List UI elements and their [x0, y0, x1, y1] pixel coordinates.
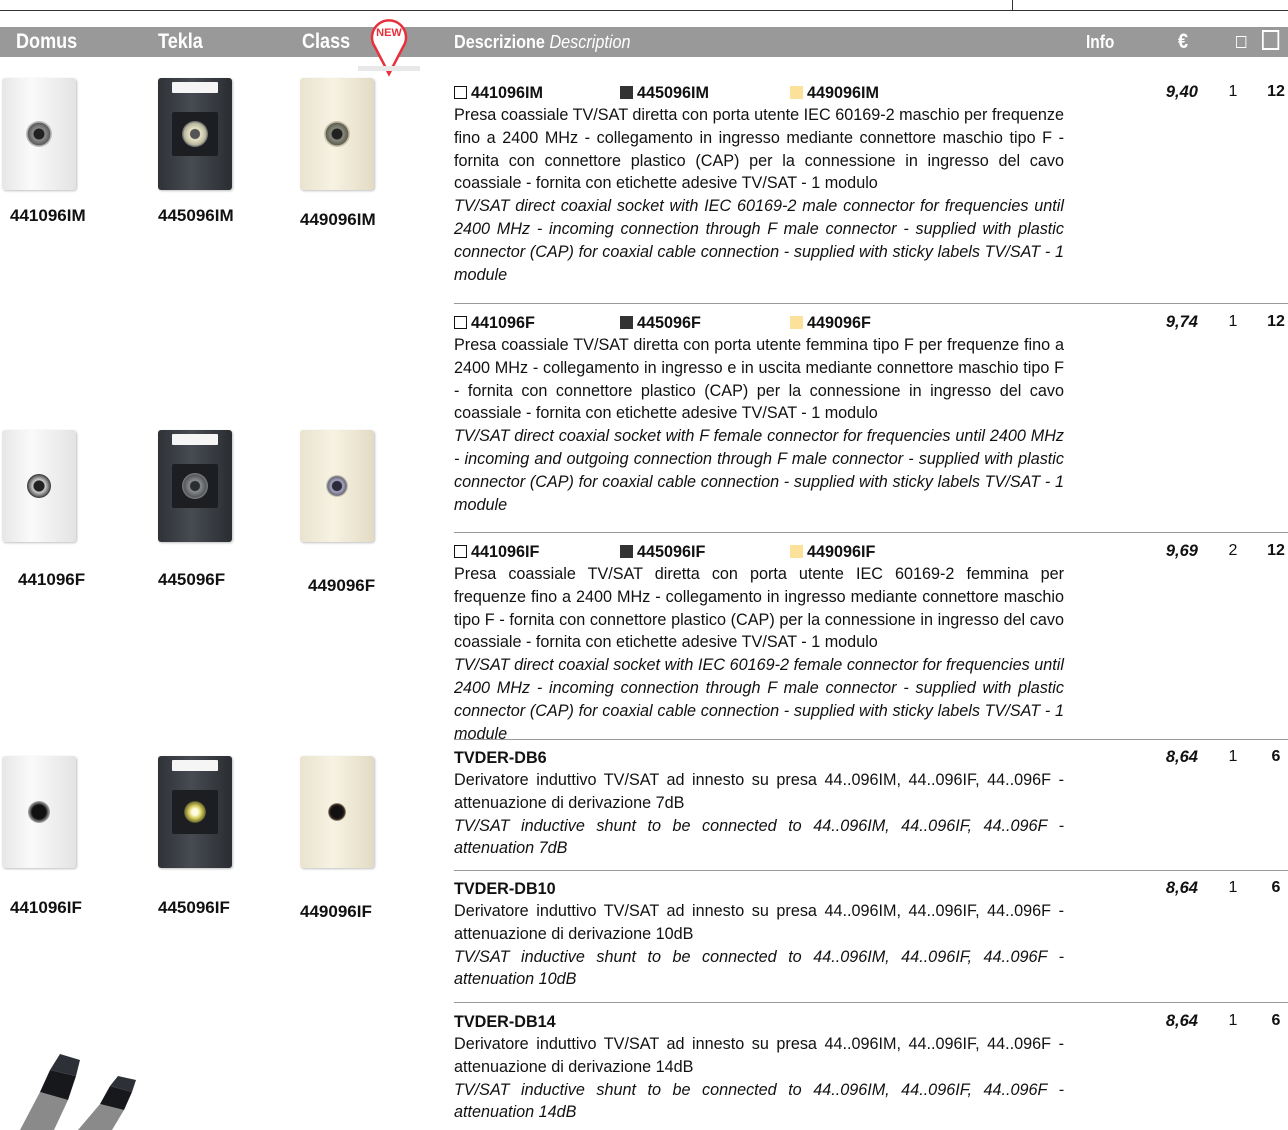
table-header: Domus Tekla Class Descrizione Descriptio… — [0, 27, 1288, 57]
code-white: 441096IF — [454, 541, 539, 564]
product-code: TVDER-DB6 — [454, 749, 547, 767]
white-square-icon — [454, 545, 467, 558]
box-qty: 6 — [1271, 879, 1281, 896]
white-square-icon — [454, 316, 467, 329]
photo-441096IM — [2, 78, 76, 190]
box-qty: 12 — [1267, 542, 1285, 559]
description-en: TV/SAT inductive shunt to be connected t… — [454, 1080, 1064, 1122]
description-it: Derivatore induttivo TV/SAT ad innesto s… — [454, 1035, 1064, 1076]
price: 8,64 — [1165, 879, 1198, 897]
box-qty: 12 — [1267, 313, 1285, 330]
col-tekla: Tekla — [158, 30, 203, 53]
photo-label: 441096IM — [10, 206, 86, 225]
price: 9,74 — [1165, 313, 1198, 331]
row-divider — [454, 303, 1288, 304]
code-dark: 445096IF — [620, 541, 705, 564]
class-bar — [358, 66, 420, 71]
code-ivory: 449096IF — [790, 541, 875, 564]
product-entry: TVDER-DB14 Derivatore induttivo TV/SAT a… — [454, 1011, 1266, 1124]
description-it: Derivatore induttivo TV/SAT ad innesto s… — [454, 902, 1064, 943]
description-it: Presa coassiale TV/SAT diretta con porta… — [454, 106, 1064, 193]
unit-qty: 1 — [1228, 313, 1238, 330]
photo-label: 449096F — [308, 576, 376, 595]
description-it: Derivatore induttivo TV/SAT ad innesto s… — [454, 771, 1064, 812]
col-description-it: Descrizione — [454, 32, 545, 52]
description-en: TV/SAT inductive shunt to be connected t… — [454, 947, 1064, 989]
photo-445096IF — [158, 756, 232, 868]
photo-445096IM — [158, 78, 232, 190]
photo-label: 449096IF — [300, 902, 372, 921]
col-unit-pack-icon — [1236, 35, 1247, 49]
unit-qty: 1 — [1228, 879, 1238, 896]
price: 8,64 — [1165, 1012, 1198, 1030]
code-dark: 445096F — [620, 312, 701, 335]
code-white: 441096F — [454, 312, 535, 335]
col-class: Class — [302, 30, 351, 53]
photo-label: 441096F — [18, 570, 86, 589]
top-rule-tick — [1012, 0, 1013, 10]
box-qty: 6 — [1271, 748, 1281, 765]
product-code: TVDER-DB10 — [454, 880, 556, 898]
box-qty: 12 — [1267, 83, 1285, 100]
price: 8,64 — [1165, 748, 1198, 766]
top-rule — [0, 10, 1288, 11]
code-white: 441096IM — [454, 82, 543, 105]
description-en: TV/SAT direct coaxial socket with IEC 60… — [454, 197, 1064, 284]
col-domus: Domus — [16, 30, 78, 53]
col-description: Descrizione Description — [454, 27, 630, 57]
photo-449096IF — [300, 756, 374, 868]
photo-label: 445096F — [158, 570, 226, 589]
dark-square-icon — [620, 545, 633, 558]
unit-qty: 2 — [1228, 542, 1238, 559]
photo-449096IM — [300, 78, 374, 190]
row-divider — [454, 1002, 1288, 1003]
col-description-en: Description — [549, 32, 631, 52]
description-it: Presa coassiale TV/SAT diretta con porta… — [454, 565, 1064, 652]
row-divider — [454, 532, 1288, 533]
photo-441096F — [2, 430, 76, 542]
code-ivory: 449096F — [790, 312, 871, 335]
row-divider — [454, 870, 1288, 871]
product-codes: 441096IF 445096IF 449096IF — [454, 541, 1266, 563]
description-en: TV/SAT direct coaxial socket with F fema… — [454, 427, 1064, 514]
unit-qty: 1 — [1228, 83, 1238, 100]
code-ivory: 449096IM — [790, 82, 879, 105]
photo-label: 441096IF — [10, 898, 82, 917]
price: 9,40 — [1165, 83, 1198, 101]
dark-square-icon — [620, 316, 633, 329]
product-code: TVDER-DB14 — [454, 1013, 556, 1031]
code-dark: 445096IM — [620, 82, 709, 105]
unit-qty: 1 — [1228, 748, 1238, 765]
price: 9,69 — [1165, 542, 1198, 560]
product-codes: 441096F 445096F 449096F — [454, 312, 1266, 334]
new-badge-text: NEW — [376, 27, 402, 39]
product-entry: TVDER-DB6 Derivatore induttivo TV/SAT ad… — [454, 747, 1266, 860]
col-info: Info — [1086, 32, 1115, 52]
product-codes: 441096IM 445096IM 449096IM — [454, 82, 1266, 104]
photo-449096F — [300, 430, 374, 542]
description-it: Presa coassiale TV/SAT diretta con porta… — [454, 336, 1064, 423]
unit-qty: 1 — [1228, 1012, 1238, 1029]
photo-label: 445096IF — [158, 898, 230, 917]
col-box-pack-icon — [1262, 29, 1280, 51]
box-qty: 6 — [1271, 1012, 1281, 1029]
ivory-square-icon — [790, 316, 803, 329]
photo-441096IF — [2, 756, 76, 868]
photo-445096F — [158, 430, 232, 542]
photo-label: 445096IM — [158, 206, 234, 225]
col-price: € — [1178, 30, 1189, 53]
dark-square-icon — [620, 86, 633, 99]
photo-label: 449096IM — [300, 210, 376, 229]
product-entry: 441096IM 445096IM 449096IM Presa coassia… — [454, 82, 1266, 286]
inductive-shunt-photo — [20, 1054, 136, 1130]
product-entry: 441096F 445096F 449096F Presa coassiale … — [454, 312, 1266, 516]
ivory-square-icon — [790, 545, 803, 558]
product-entry: 441096IF 445096IF 449096IF Presa coassia… — [454, 541, 1266, 745]
description-en: TV/SAT direct coaxial socket with IEC 60… — [454, 656, 1064, 743]
product-entry: TVDER-DB10 Derivatore induttivo TV/SAT a… — [454, 878, 1266, 991]
description-en: TV/SAT inductive shunt to be connected t… — [454, 816, 1064, 858]
white-square-icon — [454, 86, 467, 99]
ivory-square-icon — [790, 86, 803, 99]
row-divider — [454, 739, 1288, 740]
